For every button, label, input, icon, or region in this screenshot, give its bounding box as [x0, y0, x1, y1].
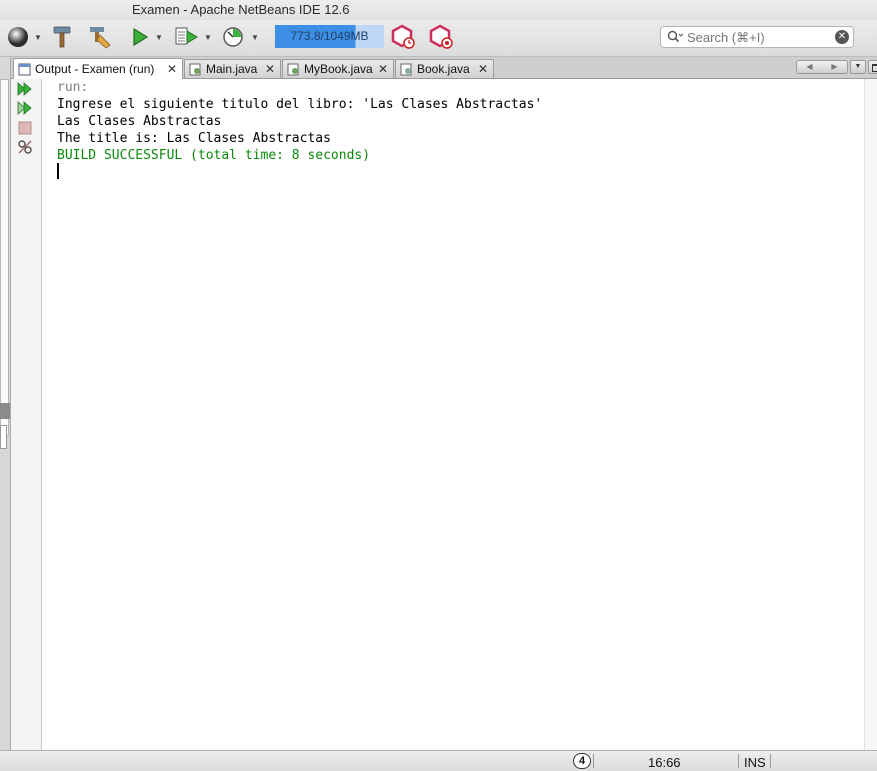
tab-list-dropdown-icon[interactable]: ▼ [850, 60, 866, 74]
rerun-icon[interactable] [17, 81, 33, 97]
output-line: Las Clases Abstractas [57, 114, 222, 129]
toolbar: ▼ ▼ ▼ ▼ 773.8/1049MB ✕ [0, 20, 877, 57]
run-icon[interactable] [130, 23, 150, 51]
tab-mybook-java[interactable]: MyBook.java ✕ [282, 59, 394, 78]
rerun-with-options-icon[interactable] [17, 100, 33, 116]
output-controls [11, 79, 42, 750]
debug-dropdown-icon[interactable]: ▼ [204, 33, 212, 42]
memory-usage-bar[interactable]: 773.8/1049MB [275, 25, 384, 48]
profile-icon[interactable] [222, 23, 246, 51]
left-panel-strip [0, 57, 11, 750]
output-line: Ingrese el siguiente titulo del libro: '… [57, 97, 543, 112]
hammer-icon[interactable] [50, 23, 74, 51]
run-dropdown-icon[interactable]: ▼ [155, 33, 163, 42]
clear-search-icon[interactable]: ✕ [835, 30, 849, 44]
tab-label: Book.java [417, 62, 470, 76]
tab-label: MyBook.java [304, 62, 373, 76]
status-separator [738, 754, 739, 768]
close-tab-icon[interactable]: ✕ [378, 60, 388, 78]
search-input[interactable] [687, 28, 827, 46]
output-line-build-status: BUILD SUCCESSFUL (total time: 8 seconds) [57, 148, 371, 163]
notifications-badge[interactable]: 4 [573, 753, 591, 769]
close-tab-icon[interactable]: ✕ [478, 60, 488, 78]
title-bar: Examen - Apache NetBeans IDE 12.6 [0, 0, 877, 20]
caret-position: 16:66 [648, 755, 681, 770]
clean-build-icon[interactable] [88, 23, 112, 51]
output-tab-icon [18, 63, 31, 76]
java-file-icon [189, 63, 202, 76]
editor-tab-row: Output - Examen (run) ✕ Main.java ✕ MyBo… [11, 57, 877, 79]
status-separator [593, 754, 594, 768]
output-line: run: [57, 80, 89, 95]
close-tab-icon[interactable]: ✕ [265, 60, 275, 78]
tab-scroll-left-icon[interactable]: ◀ [797, 61, 822, 73]
output-console[interactable]: run: Ingrese el siguiente titulo del lib… [42, 79, 864, 750]
output-line: The title is: Las Clases Abstractas [57, 131, 331, 146]
globe-dropdown-icon[interactable]: ▼ [34, 33, 42, 42]
tab-label: Output - Examen (run) [35, 62, 155, 76]
text-caret [57, 163, 59, 179]
java-file-icon [287, 63, 300, 76]
output-scrollbar[interactable] [864, 79, 877, 750]
profile-snapshot-icon[interactable] [390, 23, 416, 51]
close-tab-icon[interactable]: ✕ [167, 60, 177, 78]
left-panel-secondary[interactable] [0, 425, 7, 449]
window-title: Examen - Apache NetBeans IDE 12.6 [132, 2, 350, 17]
debug-icon[interactable] [174, 23, 200, 51]
status-separator [770, 754, 771, 768]
tab-output-examen-run[interactable]: Output - Examen (run) ✕ [13, 58, 183, 79]
search-box[interactable]: ✕ [660, 26, 854, 48]
tab-label: Main.java [206, 62, 258, 76]
tab-scroll-buttons[interactable]: ◀ ▶ [796, 60, 848, 74]
left-panel-separator [0, 403, 10, 419]
tab-scroll-right-icon[interactable]: ▶ [822, 61, 847, 73]
stop-icon[interactable] [17, 120, 33, 136]
insert-mode-indicator[interactable]: INS [744, 755, 766, 770]
maximize-window-icon[interactable] [868, 60, 877, 74]
memory-usage-label: 773.8/1049MB [290, 29, 369, 43]
settings-icon[interactable] [17, 139, 33, 155]
search-icon [667, 30, 684, 48]
status-bar: 4 16:66 INS [0, 750, 877, 771]
left-panel-scrollbar[interactable] [0, 79, 9, 436]
profile-gc-icon[interactable] [428, 23, 454, 51]
tab-main-java[interactable]: Main.java ✕ [184, 59, 281, 78]
tab-book-java[interactable]: Book.java ✕ [395, 59, 494, 78]
globe-icon[interactable] [6, 23, 30, 51]
profile-dropdown-icon[interactable]: ▼ [251, 33, 259, 42]
java-file-icon [400, 63, 413, 76]
